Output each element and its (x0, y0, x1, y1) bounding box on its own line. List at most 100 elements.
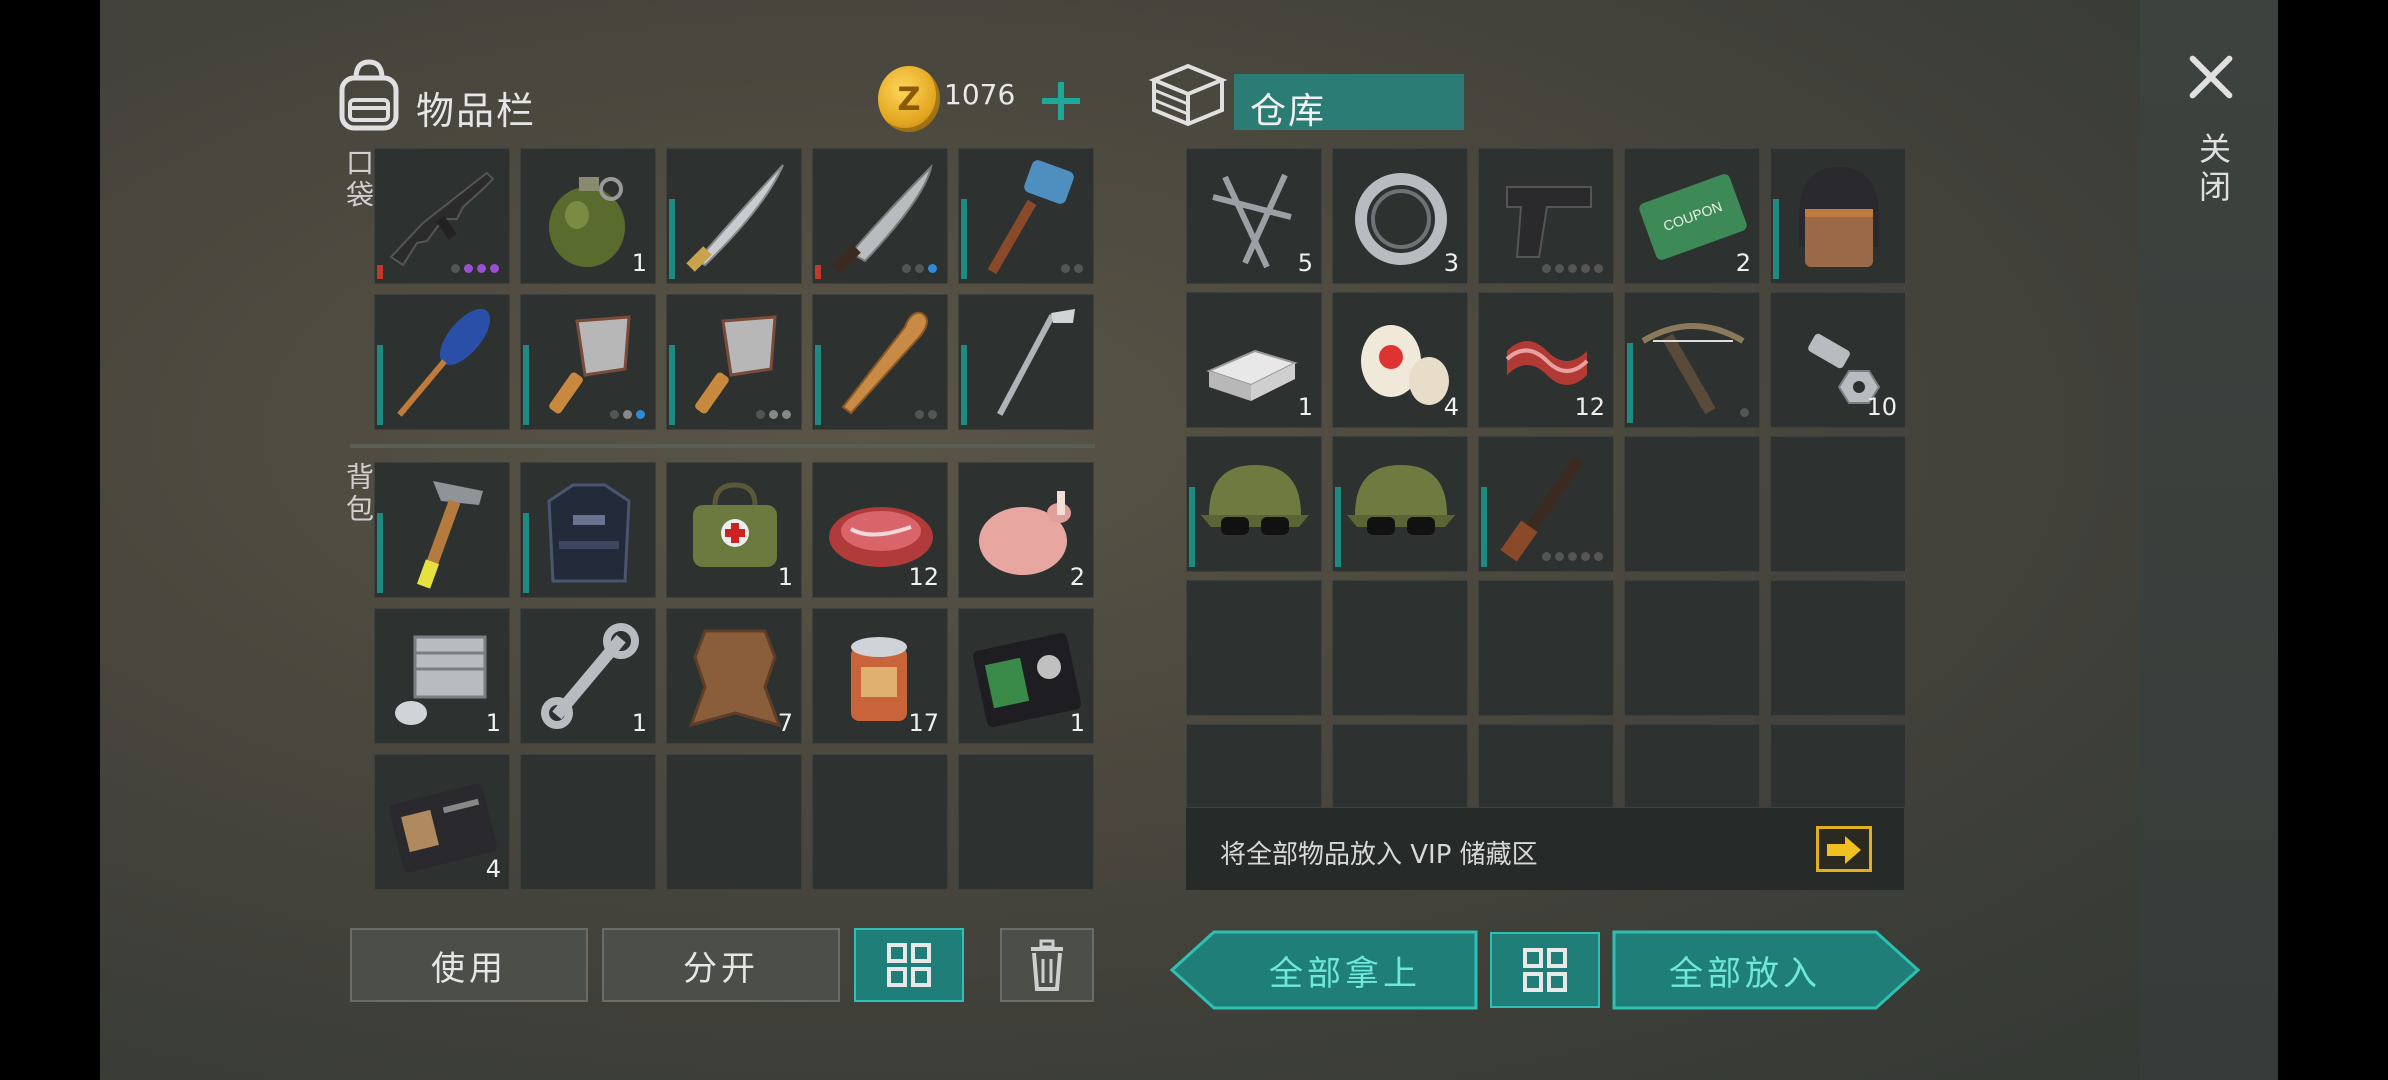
item-quantity: 2 (1735, 249, 1751, 277)
pocket-slot[interactable] (958, 148, 1094, 284)
upgrade-dots (610, 410, 645, 419)
pocket-slot[interactable] (520, 294, 656, 430)
storage-slot[interactable] (1770, 148, 1906, 284)
sledgehammer-icon (987, 160, 1074, 275)
item-quantity: 7 (777, 709, 793, 737)
section-divider (350, 444, 1095, 448)
backpack-empty-slot[interactable] (812, 754, 948, 890)
cleaver-icon (549, 315, 631, 414)
storage-empty-slot[interactable] (1478, 724, 1614, 808)
item-quantity: 17 (908, 709, 939, 737)
pocket-slot[interactable] (666, 294, 802, 430)
baseball-bat-icon (841, 311, 928, 415)
pocket-slot[interactable]: 1 (520, 148, 656, 284)
storage-slot[interactable]: 10 (1770, 292, 1906, 428)
cleaver-icon (695, 315, 777, 414)
item-quantity: 2 (1069, 563, 1085, 591)
move-to-vip-button[interactable] (1816, 826, 1872, 872)
item-quantity: 4 (485, 855, 501, 883)
pocket-slot[interactable] (374, 148, 510, 284)
backpack-label: 背包 (342, 462, 375, 526)
item-quantity: 1 (777, 563, 793, 591)
storage-empty-slot[interactable] (1770, 724, 1906, 808)
coin-count: 1076 (944, 78, 1016, 111)
storage-slot[interactable] (1186, 436, 1322, 572)
item-quantity: 1 (485, 709, 501, 737)
grid-sort-icon (887, 943, 931, 987)
storage-slot[interactable] (1478, 148, 1614, 284)
storage-slot[interactable]: 4 (1332, 292, 1468, 428)
upgrade-dots (1542, 264, 1603, 273)
golf-club-icon (997, 309, 1075, 416)
arrow-right-icon (1827, 836, 1861, 864)
camo-cap-sunglasses-icon (1347, 465, 1455, 535)
storage-slot[interactable]: COUPON 2 (1624, 148, 1760, 284)
upgrade-dots (1542, 552, 1603, 561)
storage-slot[interactable] (1478, 436, 1614, 572)
riot-helmet-icon (1799, 167, 1879, 267)
backpack-empty-slot[interactable] (666, 754, 802, 890)
pocket-label: 口袋 (342, 148, 375, 212)
backpack-slot[interactable]: 17 (812, 608, 948, 744)
katana-icon (686, 164, 784, 272)
upgrade-dots (915, 410, 937, 419)
backpack-slot[interactable] (374, 462, 510, 598)
backpack-slot[interactable]: 1 (958, 608, 1094, 744)
use-button[interactable]: 使用 (350, 928, 588, 1002)
item-quantity: 4 (1443, 393, 1459, 421)
put-all-button[interactable]: 全部放入 (1614, 932, 1876, 1008)
storage-sort-button[interactable] (1490, 932, 1600, 1008)
item-quantity: 1 (1069, 709, 1085, 737)
upgrade-dots (451, 264, 499, 273)
storage-slot[interactable]: 1 (1186, 292, 1322, 428)
backpack-slot[interactable]: 2 (958, 462, 1094, 598)
storage-slot[interactable]: 5 (1186, 148, 1322, 284)
storage-empty-slot[interactable] (1478, 580, 1614, 716)
claw-hammer-icon (416, 481, 483, 589)
backpack-slot[interactable] (520, 462, 656, 598)
storage-slot[interactable] (1624, 292, 1760, 428)
storage-empty-slot[interactable] (1624, 724, 1760, 808)
storage-slot[interactable]: 12 (1478, 292, 1614, 428)
storage-empty-slot[interactable] (1186, 580, 1322, 716)
backpack-slot[interactable]: 7 (666, 608, 802, 744)
take-all-button[interactable]: 全部拿上 (1214, 932, 1476, 1008)
storage-empty-slot[interactable] (1770, 580, 1906, 716)
backpack-slot[interactable]: 1 (374, 608, 510, 744)
pocket-slot[interactable] (958, 294, 1094, 430)
backpack-slot[interactable]: 1 (666, 462, 802, 598)
storage-empty-slot[interactable] (1332, 724, 1468, 808)
storage-slot[interactable] (1332, 436, 1468, 572)
backpack-empty-slot[interactable] (520, 754, 656, 890)
close-icon[interactable] (2186, 52, 2236, 102)
backpack-slot[interactable]: 1 (520, 608, 656, 744)
storage-empty-slot[interactable] (1186, 724, 1322, 808)
backpack-slot[interactable]: 12 (812, 462, 948, 598)
storage-empty-slot[interactable] (1332, 580, 1468, 716)
close-label[interactable]: 关闭 (2190, 132, 2236, 208)
pocket-slot[interactable] (374, 294, 510, 430)
delete-button[interactable] (1000, 928, 1094, 1002)
item-quantity: 12 (1574, 393, 1605, 421)
storage-slot[interactable]: 3 (1332, 148, 1468, 284)
inventory-sort-button[interactable] (854, 928, 964, 1002)
pocket-slot[interactable] (812, 294, 948, 430)
coin-icon (878, 66, 940, 132)
upgrade-dots (1061, 264, 1083, 273)
storage-empty-slot[interactable] (1624, 580, 1760, 716)
storage-empty-slot[interactable] (1770, 436, 1906, 572)
item-quantity: 10 (1866, 393, 1897, 421)
add-coins-button[interactable] (1030, 72, 1094, 128)
backpack-slot[interactable]: 4 (374, 754, 510, 890)
body-armor-icon (547, 483, 631, 583)
backpack-empty-slot[interactable] (958, 754, 1094, 890)
inventory-title: 物品栏 (416, 89, 537, 133)
storage-empty-slot[interactable] (1624, 436, 1760, 572)
vip-storage-text: 将全部物品放入 VIP 储藏区 (1220, 840, 1538, 870)
pocket-slot[interactable] (812, 148, 948, 284)
grid-sort-icon (1523, 948, 1567, 992)
split-button[interactable]: 分开 (602, 928, 840, 1002)
camo-cap-sunglasses-icon (1201, 465, 1309, 535)
pocket-slot[interactable] (666, 148, 802, 284)
item-quantity: 5 (1297, 249, 1313, 277)
